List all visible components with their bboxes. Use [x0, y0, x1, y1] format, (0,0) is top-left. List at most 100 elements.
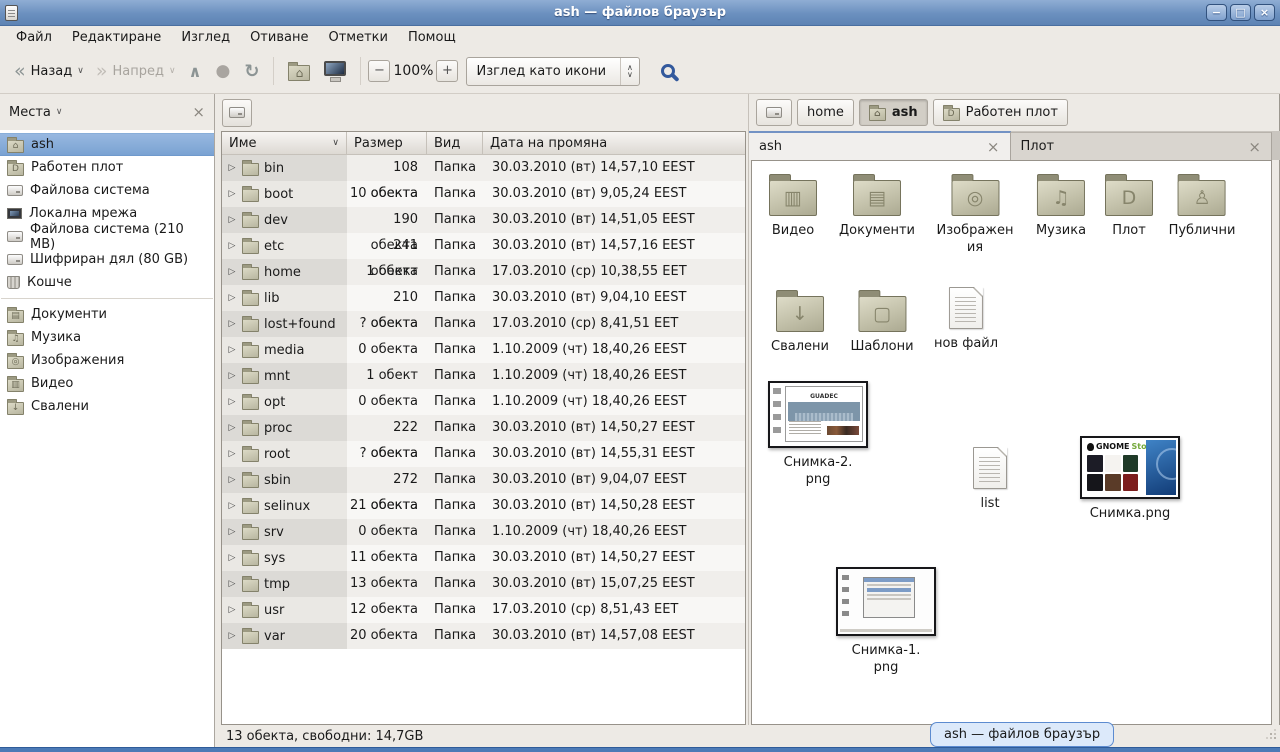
file-item-Видео[interactable]: ▥Видео	[769, 173, 817, 239]
column-header-size[interactable]: Размер	[347, 132, 427, 154]
sidebar-item-Файлова система[interactable]: Файлова система	[0, 179, 214, 202]
table-row[interactable]: ▷mnt1 обектПапка1.10.2009 (чт) 18,40,26 …	[222, 363, 745, 389]
sidebar-item-Работен плот[interactable]: DРаботен плот	[0, 156, 214, 179]
expander-icon[interactable]: ▷	[227, 371, 237, 381]
stop-button[interactable]: ●	[209, 57, 238, 85]
expander-icon[interactable]: ▷	[227, 163, 237, 173]
sidebar-header-label[interactable]: Места	[9, 105, 51, 120]
column-header-name[interactable]: Име ∨	[222, 132, 347, 154]
table-row[interactable]: ▷sbin272 обектаПапка30.03.2010 (вт) 9,04…	[222, 467, 745, 493]
column-header-type[interactable]: Вид	[427, 132, 483, 154]
menu-item-4[interactable]: Отметки	[318, 27, 397, 48]
file-item-Музика[interactable]: ♫Музика	[1036, 173, 1086, 239]
zoom-in-button[interactable]: +	[436, 60, 458, 82]
expander-icon[interactable]: ▷	[227, 345, 237, 355]
breadcrumb-Работен плот[interactable]: DРаботен плот	[933, 99, 1068, 126]
expander-icon[interactable]: ▷	[227, 189, 237, 199]
menu-item-1[interactable]: Редактиране	[62, 27, 171, 48]
table-row[interactable]: ▷root? обектаПапка30.03.2010 (вт) 14,55,…	[222, 441, 745, 467]
back-button[interactable]: « Назад ∨	[8, 59, 90, 83]
file-item-Снимка.png[interactable]: GNOMEStoreСнимка.png	[1080, 436, 1180, 522]
tab-Плот[interactable]: Плот×	[1011, 132, 1273, 160]
expander-icon[interactable]: ▷	[227, 475, 237, 485]
tab-close-icon[interactable]: ×	[987, 138, 1000, 156]
expander-icon[interactable]: ▷	[227, 397, 237, 407]
file-item-Снимка-2.png[interactable]: GUADECСнимка-2.png	[768, 381, 868, 488]
close-button[interactable]: ×	[1254, 4, 1275, 21]
back-history-chevron-icon[interactable]: ∨	[77, 66, 84, 76]
table-row[interactable]: ▷proc222 обектаПапка30.03.2010 (вт) 14,5…	[222, 415, 745, 441]
tab-close-icon[interactable]: ×	[1248, 138, 1261, 156]
expander-icon[interactable]: ▷	[227, 527, 237, 537]
view-mode-stepper-icon[interactable]: ∧∨	[620, 58, 639, 85]
table-row[interactable]: ▷lost+found? обектаПапка17.03.2010 (ср) …	[222, 311, 745, 337]
column-header-date[interactable]: Дата на промяна	[483, 132, 745, 154]
table-row[interactable]: ▷boot10 обектаПапка30.03.2010 (вт) 9,05,…	[222, 181, 745, 207]
file-item-list[interactable]: list	[973, 447, 1007, 512]
table-row[interactable]: ▷usr12 обектаПапка17.03.2010 (ср) 8,51,4…	[222, 597, 745, 623]
menu-item-2[interactable]: Изглед	[171, 27, 240, 48]
filesystem-root-button[interactable]	[222, 99, 252, 127]
sidebar-item-ash[interactable]: ⌂ash	[0, 133, 214, 156]
up-button[interactable]: ∧	[182, 58, 209, 85]
icon-view-canvas[interactable]: ▥Видео ▤Документи ◎Изображения ♫Музика DПлот…	[751, 160, 1272, 725]
zoom-out-button[interactable]: −	[368, 60, 390, 82]
table-row[interactable]: ▷srv0 обектаПапка1.10.2009 (чт) 18,40,26…	[222, 519, 745, 545]
table-row[interactable]: ▷lib210 обектаПапка30.03.2010 (вт) 9,04,…	[222, 285, 745, 311]
expander-icon[interactable]: ▷	[227, 631, 237, 641]
tab-ash[interactable]: ash×	[749, 131, 1011, 160]
menu-item-0[interactable]: Файл	[6, 27, 62, 48]
table-row[interactable]: ▷var20 обектаПапка30.03.2010 (вт) 14,57,…	[222, 623, 745, 649]
file-item-Публични[interactable]: ♙Публични	[1169, 173, 1236, 239]
sidebar-item-Шифриран дял (80 GB)[interactable]: Шифриран дял (80 GB)	[0, 248, 214, 271]
table-row[interactable]: ▷tmp13 обектаПапка30.03.2010 (вт) 15,07,…	[222, 571, 745, 597]
sidebar-header-chevron-icon[interactable]: ∨	[56, 107, 63, 117]
table-row[interactable]: ▷media0 обектаПапка1.10.2009 (чт) 18,40,…	[222, 337, 745, 363]
sidebar-item-Видео[interactable]: ▥Видео	[0, 372, 214, 395]
file-item-Документи[interactable]: ▤Документи	[839, 173, 915, 239]
expander-icon[interactable]: ▷	[227, 319, 237, 329]
resize-grip[interactable]	[1264, 727, 1276, 739]
table-row[interactable]: ▷etc241 обектаПапка30.03.2010 (вт) 14,57…	[222, 233, 745, 259]
expander-icon[interactable]: ▷	[227, 293, 237, 303]
file-item-Снимка-1.png[interactable]: Снимка-1.png	[836, 567, 936, 676]
file-item-Изображения[interactable]: ◎Изображения	[936, 173, 1013, 256]
expander-icon[interactable]: ▷	[227, 605, 237, 615]
view-mode-select[interactable]: Изглед като икони ∧∨	[466, 57, 639, 86]
table-row[interactable]: ▷opt0 обектаПапка1.10.2009 (чт) 18,40,26…	[222, 389, 745, 415]
expander-icon[interactable]: ▷	[227, 579, 237, 589]
search-button[interactable]	[654, 60, 682, 82]
expander-icon[interactable]: ▷	[227, 267, 237, 277]
expander-icon[interactable]: ▷	[227, 215, 237, 225]
expander-icon[interactable]: ▷	[227, 423, 237, 433]
menu-item-5[interactable]: Помощ	[398, 27, 466, 48]
minimize-button[interactable]: −	[1206, 4, 1227, 21]
expander-icon[interactable]: ▷	[227, 241, 237, 251]
table-row[interactable]: ▷selinux21 обектаПапка30.03.2010 (вт) 14…	[222, 493, 745, 519]
forward-button[interactable]: » Напред ∨	[90, 59, 182, 83]
sidebar-close-icon[interactable]: ×	[192, 103, 205, 121]
file-item-нов файл[interactable]: нов файл	[934, 287, 998, 352]
sidebar-item-Документи[interactable]: ▤Документи	[0, 303, 214, 326]
file-item-Свалени[interactable]: ↓Свалени	[771, 289, 829, 355]
sidebar-item-Файлова система (210 MB)[interactable]: Файлова система (210 MB)	[0, 225, 214, 248]
file-item-Шаблони[interactable]: ▢Шаблони	[850, 289, 913, 355]
sidebar-item-Свалени[interactable]: ↓Свалени	[0, 395, 214, 418]
table-row[interactable]: ▷home1 обектПапка17.03.2010 (ср) 10,38,5…	[222, 259, 745, 285]
table-row[interactable]: ▷dev190 обектаПапка30.03.2010 (вт) 14,51…	[222, 207, 745, 233]
file-item-Плот[interactable]: DПлот	[1105, 173, 1153, 239]
maximize-button[interactable]: □	[1230, 4, 1251, 21]
breadcrumb-root[interactable]	[756, 99, 792, 126]
expander-icon[interactable]: ▷	[227, 501, 237, 511]
expander-icon[interactable]: ▷	[227, 449, 237, 459]
home-button[interactable]: ⌂	[281, 58, 317, 85]
table-row[interactable]: ▷bin108 обектаПапка30.03.2010 (вт) 14,57…	[222, 155, 745, 181]
reload-button[interactable]: ↻	[237, 57, 266, 86]
sidebar-item-Музика[interactable]: ♫Музика	[0, 326, 214, 349]
breadcrumb-home[interactable]: home	[797, 99, 854, 126]
sidebar-item-Кошче[interactable]: Кошче	[0, 271, 214, 294]
menu-item-3[interactable]: Отиване	[240, 27, 318, 48]
expander-icon[interactable]: ▷	[227, 553, 237, 563]
breadcrumb-ash[interactable]: ⌂ash	[859, 99, 928, 126]
sidebar-item-Изображения[interactable]: ◎Изображения	[0, 349, 214, 372]
